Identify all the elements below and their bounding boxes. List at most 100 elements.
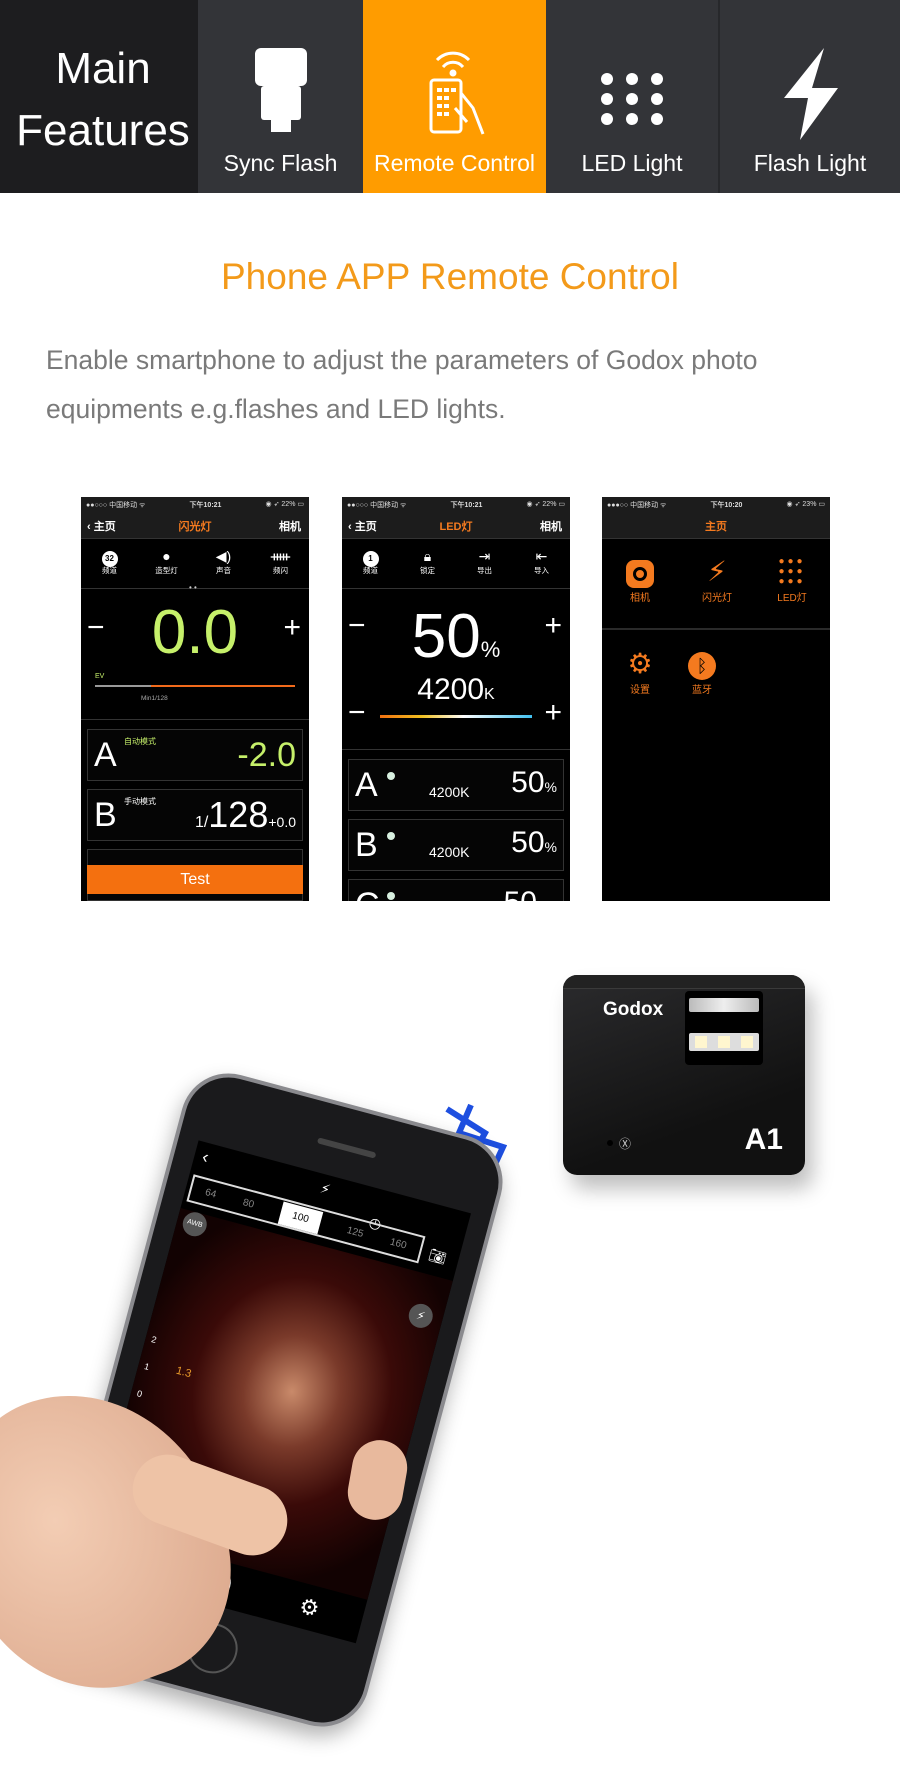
test-button[interactable]: Test <box>87 865 303 894</box>
item-label: LED灯 <box>777 593 807 604</box>
tool-label: 频道 <box>363 566 378 575</box>
group-b-card[interactable]: B 4200K 50% <box>348 819 564 871</box>
group-a-card[interactable]: A 4200K 50% <box>348 759 564 811</box>
temperature-readout: 4200K <box>342 673 570 707</box>
home-led[interactable]: ●●● ●●● ●●● LED灯 <box>757 555 827 605</box>
iso-option[interactable]: 160 <box>389 1236 408 1251</box>
modeling-light-tool[interactable]: ● 造型灯 <box>142 547 192 588</box>
temperature-plus[interactable]: + <box>544 696 562 730</box>
channel-badge: 1 <box>362 551 379 567</box>
group-value: -2.0 <box>237 736 296 774</box>
group-value: 50 <box>504 886 537 901</box>
home-flash[interactable]: ⚡︎ 闪光灯 <box>682 555 752 604</box>
battery: ◉ ➶ 22% ▭ <box>265 501 304 508</box>
ev-label: EV <box>95 673 105 680</box>
status-bar: ●●●○○ 中国移动 ᯤ 下午10:20 ◉ ➶ 23% ▭ <box>602 497 830 511</box>
ev-slider[interactable] <box>95 685 295 687</box>
flash-unit-icon <box>254 48 307 132</box>
group-c-card[interactable]: C 50 <box>348 879 564 901</box>
brightness-plus[interactable]: + <box>544 609 562 643</box>
led-dots-icon <box>601 73 663 125</box>
settings-icon[interactable]: ⚙︎ <box>296 1593 323 1623</box>
brand-logo: Godox <box>603 999 664 1020</box>
multi-flash-tool[interactable]: ᚔ 频闪 <box>256 547 306 588</box>
import-icon: ⇤ <box>535 548 548 564</box>
bulb-icon: ● <box>162 548 171 564</box>
camera-link[interactable]: 相机 <box>279 518 301 534</box>
temperature-minus[interactable]: − <box>348 696 366 730</box>
iso-option[interactable]: 125 <box>346 1225 365 1240</box>
section-description: Enable smartphone to adjust the paramete… <box>46 345 758 424</box>
tab-led-light[interactable]: LED Light <box>546 0 720 193</box>
time: 下午10:21 <box>189 502 222 509</box>
tool-label: 导入 <box>534 566 549 575</box>
lightning-icon: ⚡︎ <box>707 556 727 587</box>
plus-button[interactable]: + <box>283 611 301 645</box>
group-letter: A <box>355 766 378 804</box>
tab-sync-flash[interactable]: Sync Flash <box>198 0 363 193</box>
group-a-card[interactable]: A 自动模式 -2.0 <box>87 729 303 781</box>
item-label: 蓝牙 <box>692 685 712 696</box>
carrier: ●●○○○ 中国移动 ᯤ <box>86 502 146 509</box>
status-bar: ●●○○○ 中国移动 ᯤ 下午10:21 ◉ ➶ 22% ▭ <box>81 497 309 511</box>
battery: ◉ ➶ 23% ▭ <box>786 501 825 508</box>
group-suffix: +0.0 <box>268 814 296 830</box>
lock-tool[interactable]: 🔒︎ 锁定 <box>403 547 453 588</box>
iso-option-selected[interactable]: 100 <box>277 1201 324 1234</box>
screen-title: LED灯 <box>439 521 473 533</box>
gear-icon: ⚙︎ <box>627 648 653 679</box>
temperature-unit: K <box>484 686 495 703</box>
battery: ◉ ➶ 22% ▭ <box>526 501 565 508</box>
camera-switch-icon[interactable]: 📷︎ <box>427 1246 448 1267</box>
temperature-slider[interactable] <box>380 715 532 718</box>
features-header: Main Features Sync Flash Remote Control … <box>0 0 900 193</box>
toolbar: 1 频道 🔒︎ 锁定 ⇥ 导出 ⇤ 导入 <box>342 539 570 589</box>
item-label: 相机 <box>630 593 650 604</box>
nfc-icon: Ⓧ <box>619 1137 632 1151</box>
group-letter: A <box>94 736 117 774</box>
screen-title: 主页 <box>705 521 727 533</box>
iso-option[interactable]: 64 <box>204 1187 218 1201</box>
lightning-icon <box>784 48 838 140</box>
export-icon: ⇥ <box>478 548 491 564</box>
flash-mode-icon[interactable]: ⚡︎ <box>318 1180 332 1199</box>
group-unit: % <box>544 839 557 855</box>
sound-tool[interactable]: ◀) 声音 <box>199 547 249 588</box>
home-settings[interactable]: ⚙︎ 设置 <box>605 647 675 696</box>
tool-label: 声音 <box>216 566 231 575</box>
group-temp: 4200K <box>429 844 470 860</box>
camera-link[interactable]: 相机 <box>540 518 562 534</box>
back-icon[interactable]: ‹ <box>200 1146 211 1168</box>
group-unit: % <box>544 779 557 795</box>
tab-remote-control[interactable]: Remote Control <box>363 0 546 193</box>
main-features-title: Main Features <box>0 0 198 193</box>
nav-bar: ‹ 主页 闪光灯 相机 <box>81 511 309 539</box>
scale-label: Min1/128 <box>141 695 168 702</box>
channel-tool[interactable]: 1 频道 <box>346 547 396 588</box>
time: 下午10:21 <box>450 502 483 509</box>
group-b-card[interactable]: B 手动模式 1/128+0.0 <box>87 789 303 841</box>
tab-flash-light[interactable]: Flash Light <box>720 0 900 193</box>
import-tool[interactable]: ⇤ 导入 <box>517 547 567 588</box>
brightness-readout: 50% <box>342 601 570 672</box>
group-value: 50 <box>511 766 545 799</box>
group-letter: B <box>355 826 378 864</box>
group-value: 128 <box>208 794 269 835</box>
tab-label: LED Light <box>581 150 683 176</box>
channel-tool[interactable]: 32 频道 <box>85 547 135 588</box>
tool-label: 造型灯 <box>155 566 178 575</box>
speaker-icon: ◀) <box>215 548 232 564</box>
multi-flash-icon: ᚔ <box>270 548 291 564</box>
iso-option[interactable]: 80 <box>242 1197 256 1211</box>
tab-label: Flash Light <box>753 150 867 176</box>
tab-label: Sync Flash <box>223 150 338 176</box>
tool-label: 频闪 <box>273 566 288 575</box>
tool-label: 导出 <box>477 566 492 575</box>
home-bluetooth[interactable]: ᛒ 蓝牙 <box>667 647 737 696</box>
home-camera[interactable]: 相机 <box>605 555 675 604</box>
export-tool[interactable]: ⇥ 导出 <box>460 547 510 588</box>
model-label: A1 <box>744 1123 783 1156</box>
camera-icon <box>626 559 654 588</box>
tool-label: 锁定 <box>420 566 435 575</box>
carrier: ●●○○○ 中国移动 ᯤ <box>347 502 407 509</box>
